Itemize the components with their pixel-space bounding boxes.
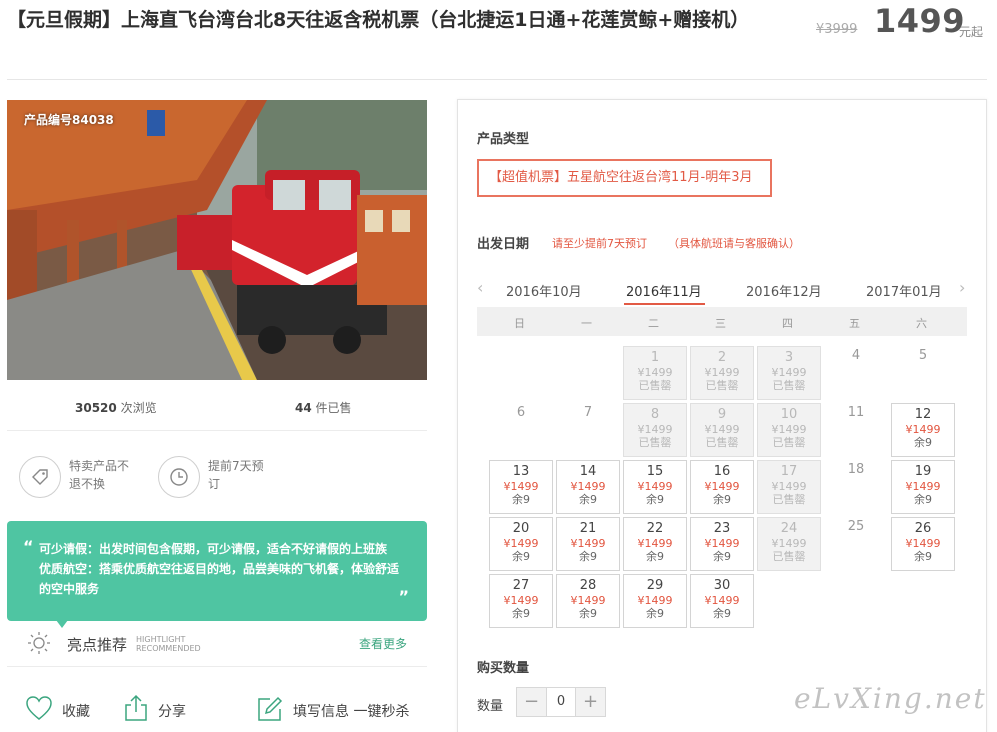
favorite-button[interactable]: 收藏 [62, 701, 90, 721]
calendar-day[interactable]: 13 ¥1499 余9 [489, 460, 553, 514]
flight-tip: （具体航班请与客服确认） [668, 237, 800, 250]
decrement-button[interactable]: − [517, 688, 546, 716]
calendar-day[interactable]: 16 ¥1499 余9 [690, 460, 754, 514]
highlight-subtitle: HIGHTLIGHT RECOMMENDED [136, 635, 201, 653]
see-more-link[interactable]: 查看更多 [359, 635, 407, 652]
watermark: eLvXing.net [794, 682, 987, 715]
share-button[interactable]: 分享 [158, 701, 186, 721]
calendar-day: 7 [583, 405, 593, 420]
departure-date-label: 出发日期 [477, 237, 530, 252]
quantity-section-label: 购买数量 [477, 661, 530, 676]
weekday: 二 [648, 317, 659, 330]
tab-month-oct[interactable]: 2016年10月 [506, 281, 582, 300]
calendar-day: 18 [847, 462, 865, 477]
views-count: 30520 次浏览 [75, 401, 157, 415]
calendar-day: 9 ¥1499 已售罄 [690, 403, 754, 457]
calendar-day: 24 ¥1499 已售罄 [757, 517, 821, 571]
calendar-day: 2 ¥1499 已售罄 [690, 346, 754, 400]
calendar-day[interactable]: 15 ¥1499 余9 [623, 460, 687, 514]
highlight-title: 亮点推荐 [67, 636, 128, 654]
note-pointer [56, 620, 68, 628]
active-month-indicator [624, 303, 705, 305]
product-type-label: 产品类型 [477, 132, 530, 147]
sale-price: 1499 [874, 2, 966, 40]
calendar-day[interactable]: 28 ¥1499 余9 [556, 574, 620, 628]
calendar-day: 3 ¥1499 已售罄 [757, 346, 821, 400]
chevron-right-icon[interactable]: › [959, 278, 965, 297]
weekday: 一 [581, 317, 592, 330]
sun-icon [27, 631, 51, 659]
tab-month-nov[interactable]: 2016年11月 [626, 281, 702, 300]
calendar-day[interactable]: 14 ¥1499 余9 [556, 460, 620, 514]
close-quote: ” [398, 587, 409, 606]
calendar-day[interactable]: 12 ¥1499 余9 [891, 403, 955, 457]
calendar-day[interactable]: 23 ¥1499 余9 [690, 517, 754, 571]
weekday: 五 [849, 317, 860, 330]
calendar-day: 10 ¥1499 已售罄 [757, 403, 821, 457]
calendar-day: 17 ¥1499 已售罄 [757, 460, 821, 514]
tab-month-jan[interactable]: 2017年01月 [866, 281, 942, 300]
quantity-stepper[interactable]: − 0 + [516, 687, 606, 717]
calendar-day[interactable]: 27 ¥1499 余9 [489, 574, 553, 628]
calendar-day: 25 [847, 519, 865, 534]
tab-month-dec[interactable]: 2016年12月 [746, 281, 822, 300]
weekday: 日 [514, 317, 525, 330]
calendar-day[interactable]: 26 ¥1499 余9 [891, 517, 955, 571]
calendar-day[interactable]: 19 ¥1499 余9 [891, 460, 955, 514]
quantity-label: 数量 [477, 699, 504, 714]
header-divider [7, 79, 987, 80]
clock-icon [158, 456, 200, 498]
share-icon[interactable] [123, 694, 149, 726]
tag-icon [19, 456, 61, 498]
actions-divider [7, 666, 427, 667]
weekday: 四 [782, 317, 793, 330]
edit-icon[interactable] [256, 695, 284, 727]
calendar-day[interactable]: 20 ¥1499 余9 [489, 517, 553, 571]
calendar-day[interactable]: 30 ¥1499 余9 [690, 574, 754, 628]
price-unit: 元起 [959, 25, 984, 39]
calendar-day: 4 [851, 348, 861, 363]
calendar-day[interactable]: 21 ¥1499 余9 [556, 517, 620, 571]
feature-advance-booking: 提前7天预订 [158, 456, 272, 498]
calendar-day: 6 [516, 405, 526, 420]
product-photo [7, 100, 427, 380]
weekday-header: 日 一 二 三 四 五 六 [477, 307, 967, 336]
weekday: 六 [916, 317, 927, 330]
note-line-2: 优质航空：搭乘优质航空往返目的地，品尝美味的飞机餐，体验舒适的空中服务 [39, 562, 400, 596]
open-quote: “ [23, 537, 34, 556]
weekday: 三 [715, 317, 726, 330]
chevron-left-icon[interactable]: ‹ [477, 278, 483, 297]
original-price: ¥3999 [816, 22, 858, 37]
feature-label: 提前7天预订 [208, 459, 264, 491]
calendar-day[interactable]: 22 ¥1499 余9 [623, 517, 687, 571]
product-type-option[interactable]: 【超值机票】五星航空往返台湾11月-明年3月 [477, 159, 772, 197]
feature-label: 特卖产品不退不换 [69, 459, 130, 491]
calendar-day: 8 ¥1499 已售罄 [623, 403, 687, 457]
heart-icon[interactable] [25, 695, 53, 725]
product-stats: 30520 次浏览 44 件已售 [7, 381, 427, 431]
calendar-day[interactable]: 29 ¥1499 余9 [623, 574, 687, 628]
sold-count: 44 件已售 [295, 401, 352, 415]
quantity-value[interactable]: 0 [546, 688, 576, 716]
increment-button[interactable]: + [576, 688, 605, 716]
calendar-day: 1 ¥1499 已售罄 [623, 346, 687, 400]
product-number: 产品编号84038 [24, 113, 114, 127]
page-title: 【元旦假期】上海直飞台湾台北8天往返含税机票（台北捷运1日通+花莲赏鲸+赠接机） [7, 9, 750, 31]
highlight-note: “ 可少请假：出发时间包含假期，可少请假，适合不好请假的上班族 优质航空：搭乘优… [7, 521, 427, 621]
calendar-day: 5 [918, 348, 928, 363]
booking-tip: 请至少提前7天预订 [552, 237, 647, 250]
note-line-1: 可少请假：出发时间包含假期，可少请假，适合不好请假的上班族 [39, 542, 388, 556]
fill-info-button[interactable]: 填写信息 一键秒杀 [293, 701, 409, 721]
calendar-day: 11 [847, 405, 865, 420]
feature-no-refund: 特卖产品不退不换 [19, 456, 133, 498]
